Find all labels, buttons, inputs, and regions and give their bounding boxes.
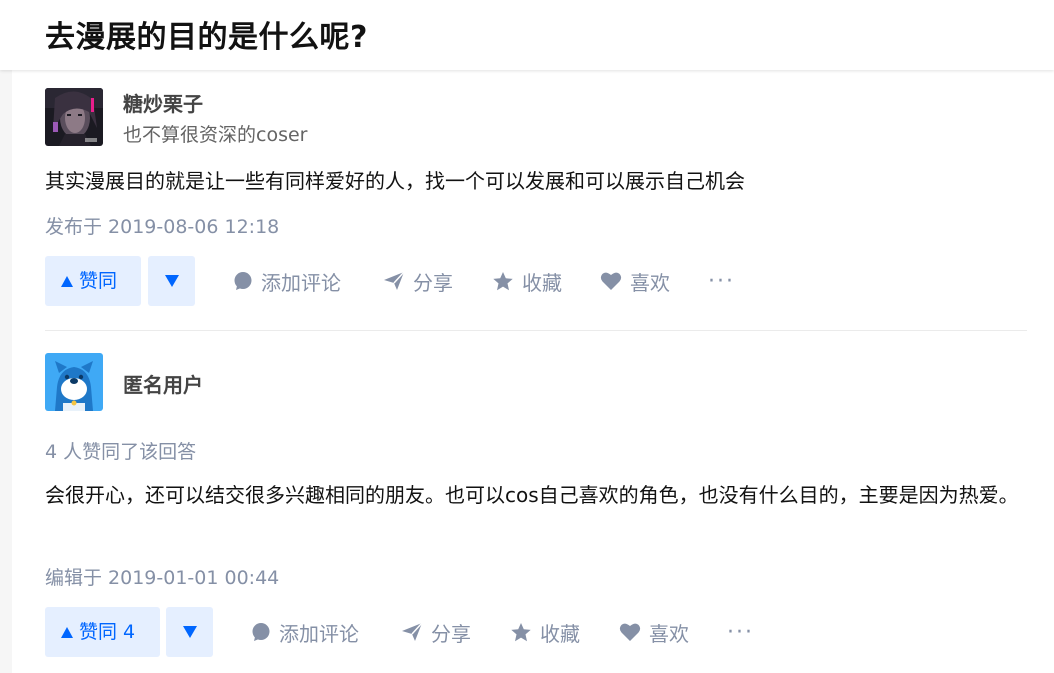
comment-button[interactable]: 添加评论 bbox=[251, 607, 359, 657]
question-header: 去漫展的目的是什么呢? bbox=[0, 0, 1054, 70]
paper-plane-icon bbox=[384, 271, 405, 290]
vote-down-button[interactable] bbox=[148, 256, 195, 306]
answer-divider bbox=[45, 330, 1027, 331]
like-label: 喜欢 bbox=[649, 621, 689, 646]
comment-bubble-icon bbox=[252, 623, 270, 641]
answer-actions: 赞同 4 添加评论 分享 收藏 喜欢 ··· bbox=[45, 607, 1027, 657]
like-label: 喜欢 bbox=[630, 270, 670, 295]
share-button[interactable]: 分享 bbox=[401, 607, 471, 657]
triangle-up-icon bbox=[61, 275, 73, 287]
more-dots-icon: ··· bbox=[727, 619, 754, 645]
like-button[interactable]: 喜欢 bbox=[619, 607, 689, 657]
answer-time[interactable]: 发布于 2019-08-06 12:18 bbox=[45, 212, 279, 239]
author-name[interactable]: 糖炒栗子 bbox=[123, 88, 203, 117]
comment-bubble-icon bbox=[234, 272, 252, 290]
avatar[interactable] bbox=[45, 353, 103, 411]
star-icon bbox=[493, 271, 513, 290]
voters-count[interactable]: 4 人赞同了该回答 bbox=[45, 437, 196, 464]
page-left-gutter bbox=[0, 70, 12, 673]
collect-button[interactable]: 收藏 bbox=[492, 256, 562, 306]
collect-label: 收藏 bbox=[522, 270, 562, 295]
comment-label: 添加评论 bbox=[261, 270, 341, 295]
heart-icon bbox=[600, 272, 622, 290]
comment-label: 添加评论 bbox=[279, 621, 359, 646]
share-label: 分享 bbox=[431, 621, 471, 646]
avatar[interactable] bbox=[45, 88, 103, 146]
vote-up-label: 赞同 bbox=[79, 270, 118, 292]
answer-item: 糖炒栗子 也不算很资深的coser 其实漫展目的就是让一些有同样爱好的人，找一个… bbox=[45, 88, 1027, 306]
answer-actions: 赞同 添加评论 分享 收藏 喜欢 ··· bbox=[45, 256, 1027, 306]
more-options-button[interactable]: ··· bbox=[727, 607, 754, 657]
triangle-up-icon bbox=[61, 626, 73, 638]
star-icon bbox=[511, 622, 531, 641]
triangle-down-icon bbox=[164, 275, 179, 287]
answer-content: 其实漫展目的就是让一些有同样爱好的人，找一个可以发展和可以展示自己机会 bbox=[45, 169, 745, 193]
share-label: 分享 bbox=[413, 270, 453, 295]
comment-button[interactable]: 添加评论 bbox=[233, 256, 341, 306]
author-info: 糖炒栗子 也不算很资深的coser bbox=[45, 88, 1027, 148]
more-options-button[interactable]: ··· bbox=[708, 256, 735, 306]
answer-content: 会很开心，还可以结交很多兴趣相同的朋友。也可以cos自己喜欢的角色，也没有什么目… bbox=[45, 483, 1019, 507]
author-bio: 也不算很资深的coser bbox=[123, 124, 308, 146]
vote-up-button[interactable]: 赞同 bbox=[45, 256, 141, 306]
share-button[interactable]: 分享 bbox=[383, 256, 453, 306]
author-name: 匿名用户 bbox=[123, 373, 203, 397]
answer-item: 匿名用户 4 人赞同了该回答 会很开心，还可以结交很多兴趣相同的朋友。也可以co… bbox=[45, 353, 1027, 657]
question-title[interactable]: 去漫展的目的是什么呢? bbox=[45, 12, 368, 56]
collect-button[interactable]: 收藏 bbox=[510, 607, 580, 657]
triangle-down-icon bbox=[182, 626, 197, 638]
vote-up-label: 赞同 4 bbox=[79, 621, 136, 643]
collect-label: 收藏 bbox=[540, 621, 580, 646]
like-button[interactable]: 喜欢 bbox=[600, 256, 670, 306]
vote-down-button[interactable] bbox=[166, 607, 213, 657]
heart-icon bbox=[619, 623, 641, 641]
answer-time[interactable]: 编辑于 2019-01-01 00:44 bbox=[45, 563, 279, 590]
vote-up-button[interactable]: 赞同 4 bbox=[45, 607, 160, 657]
author-info: 匿名用户 bbox=[45, 353, 1027, 413]
more-dots-icon: ··· bbox=[708, 268, 735, 294]
paper-plane-icon bbox=[402, 622, 423, 641]
